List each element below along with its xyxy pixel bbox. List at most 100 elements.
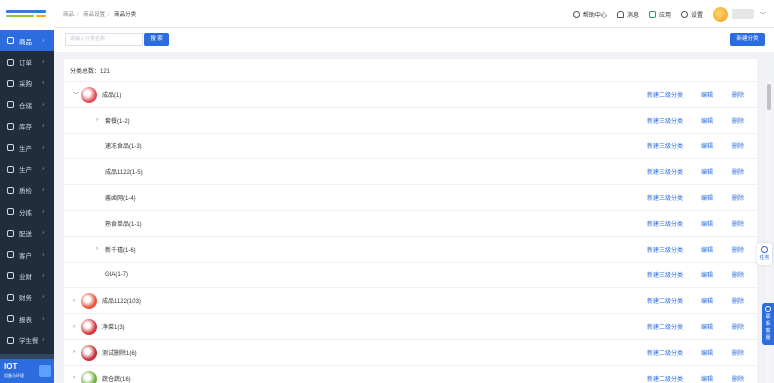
category-row: 速冻食品(1-3) 新建三级分类 编辑 删除 (64, 132, 757, 159)
scrollbar-thumb[interactable] (767, 84, 771, 110)
delete-link[interactable]: 删除 (732, 322, 744, 331)
chevron-right-icon: › (42, 208, 44, 215)
edit-link[interactable]: 编辑 (701, 90, 713, 99)
category-row: › 成品1122(103) 新建二级分类 编辑 删除 (64, 287, 757, 313)
nav-icon (7, 251, 14, 259)
category-thumbnail (81, 293, 97, 310)
add-subcategory-link[interactable]: 新建三级分类 (647, 219, 683, 228)
expand-toggle-icon[interactable]: › (73, 375, 75, 381)
avatar[interactable] (712, 6, 728, 22)
category-row: GIA(1-7) 新建三级分类 编辑 删除 (64, 261, 757, 288)
user-name[interactable] (731, 9, 754, 19)
settings-button[interactable]: 设置 (680, 10, 703, 19)
expand-toggle-icon[interactable]: › (96, 117, 98, 123)
add-subcategory-link[interactable]: 新建三级分类 (647, 116, 683, 125)
sidebar-item[interactable]: 库存 › (0, 116, 54, 137)
edit-link[interactable]: 编辑 (701, 296, 713, 305)
delete-link[interactable]: 删除 (732, 219, 744, 228)
contact-service-button[interactable]: 联 系 客 服 (762, 303, 774, 345)
edit-link[interactable]: 编辑 (701, 270, 713, 279)
edit-link[interactable]: 编辑 (701, 245, 713, 254)
sidebar-item[interactable]: 报表 › (0, 308, 54, 329)
sidebar-item[interactable]: 商品 › (0, 30, 54, 52)
expand-toggle-icon[interactable]: ﹀ (73, 90, 79, 99)
search-input[interactable]: 请输入分类名称 (65, 33, 143, 46)
sidebar-item[interactable]: 客户 › (0, 244, 54, 265)
edit-link[interactable]: 编辑 (701, 116, 713, 125)
add-subcategory-link[interactable]: 新建二级分类 (647, 374, 683, 383)
edit-link[interactable]: 编辑 (701, 193, 713, 202)
add-subcategory-link[interactable]: 新建二级分类 (647, 296, 683, 305)
sidebar-item[interactable]: 财务 › (0, 287, 54, 308)
category-name: GIA(1-7) (105, 271, 129, 278)
category-total: 分类总数：121 (70, 69, 111, 75)
add-subcategory-link[interactable]: 新建三级分类 (647, 167, 683, 176)
edit-link[interactable]: 编辑 (701, 141, 713, 150)
edit-link[interactable]: 编辑 (701, 348, 713, 357)
expand-toggle-icon[interactable]: › (73, 298, 75, 304)
breadcrumb-current: 商品分类 (114, 12, 137, 18)
top-bar: 商品 / 商品设置 / 商品分类 帮助中心 消息 应用 设置 ﹀ (54, 0, 774, 28)
sidebar-item[interactable]: 分拣 › (0, 201, 54, 222)
chevron-right-icon: › (42, 315, 44, 322)
sidebar-item[interactable]: 采购 › (0, 73, 54, 94)
messages-button[interactable]: 消息 (616, 10, 639, 19)
add-subcategory-link[interactable]: 新建二级分类 (647, 348, 683, 357)
delete-link[interactable]: 删除 (732, 270, 744, 279)
expand-toggle-icon[interactable]: › (73, 324, 75, 330)
sidebar-item[interactable]: 仓储 › (0, 94, 54, 115)
delete-link[interactable]: 删除 (732, 348, 744, 357)
iot-banner[interactable]: IOT 设备与环境 (0, 359, 54, 383)
expand-toggle-icon[interactable]: › (96, 246, 98, 252)
apps-label: 应用 (658, 12, 671, 19)
edit-link[interactable]: 编辑 (701, 322, 713, 331)
delete-link[interactable]: 删除 (732, 116, 744, 125)
sidebar-item[interactable]: 配送 › (0, 223, 54, 244)
sidebar-item[interactable]: 业财 › (0, 265, 54, 286)
contact-label: 联 (765, 314, 771, 320)
headset-icon (765, 306, 771, 312)
help-center-button[interactable]: 帮助中心 (572, 10, 607, 19)
delete-link[interactable]: 删除 (732, 193, 744, 202)
add-subcategory-link[interactable]: 新建二级分类 (647, 90, 683, 99)
add-subcategory-link[interactable]: 新建三级分类 (647, 193, 683, 202)
breadcrumb-item[interactable]: 商品 (63, 12, 74, 18)
gear-icon (680, 10, 688, 18)
sidebar-item[interactable]: 学生餐 › (0, 329, 54, 350)
toolbar: 请输入分类名称 搜 索 新建分类 (54, 28, 774, 52)
delete-link[interactable]: 删除 (732, 141, 744, 150)
messages-label: 消息 (626, 12, 639, 19)
add-subcategory-link[interactable]: 新建三级分类 (647, 141, 683, 150)
sidebar-item[interactable]: 订单 › (0, 51, 54, 72)
sidebar-item[interactable]: 生产 › (0, 158, 54, 179)
sidebar-item[interactable]: 生产 › (0, 137, 54, 158)
task-float-button[interactable]: 任务 (757, 243, 772, 265)
delete-link[interactable]: 删除 (732, 167, 744, 176)
sidebar-item-label: 库存 (19, 124, 32, 132)
delete-link[interactable]: 删除 (732, 245, 744, 254)
chevron-down-icon[interactable]: ﹀ (760, 10, 766, 19)
sidebar-item[interactable]: 质检 › (0, 180, 54, 201)
category-thumbnail (81, 319, 97, 336)
edit-link[interactable]: 编辑 (701, 219, 713, 228)
breadcrumb-item[interactable]: 商品设置 (83, 12, 105, 18)
apps-button[interactable]: 应用 (648, 10, 671, 19)
add-subcategory-link[interactable]: 新建二级分类 (647, 322, 683, 331)
category-row: › 净菜1(3) 新建二级分类 编辑 删除 (64, 313, 757, 339)
expand-toggle-icon[interactable]: › (73, 349, 75, 355)
category-row: 成品1122(1-5) 新建三级分类 编辑 删除 (64, 158, 757, 184)
delete-link[interactable]: 删除 (732, 374, 744, 383)
category-row: ﹀ 成品(1) 新建二级分类 编辑 删除 (64, 81, 757, 107)
add-subcategory-link[interactable]: 新建三级分类 (647, 270, 683, 279)
delete-link[interactable]: 删除 (732, 296, 744, 305)
edit-link[interactable]: 编辑 (701, 374, 713, 383)
edit-link[interactable]: 编辑 (701, 167, 713, 176)
chevron-right-icon: › (42, 294, 44, 301)
category-name: 速冻食品(1-3) (105, 144, 142, 151)
new-category-button[interactable]: 新建分类 (730, 33, 765, 46)
add-subcategory-link[interactable]: 新建三级分类 (647, 245, 683, 254)
search-button[interactable]: 搜 索 (144, 33, 169, 46)
sidebar-item-label: 生产 (19, 145, 32, 153)
delete-link[interactable]: 删除 (732, 90, 744, 99)
category-name: 套餐(1-2) (105, 118, 130, 125)
